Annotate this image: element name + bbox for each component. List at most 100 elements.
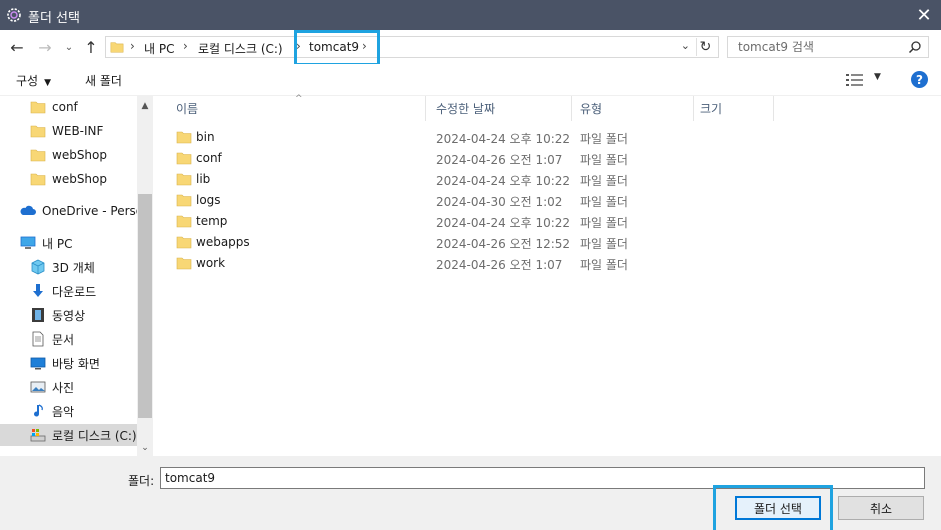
- pc-icon: [20, 236, 36, 249]
- navigation-bar: ← → ⌄ ↑ › 내 PC › 로컬 디스크 (C:) › tomcat9 ›…: [0, 30, 941, 64]
- sidebar-item-videos[interactable]: 동영상: [30, 304, 137, 326]
- folder-icon: [176, 152, 192, 165]
- sidebar-item-documents[interactable]: 문서: [30, 328, 137, 350]
- highlight-annotation: [713, 485, 833, 530]
- file-type: 파일 폴더: [580, 174, 628, 188]
- column-header-date-modified[interactable]: 수정한 날짜: [426, 96, 572, 121]
- file-date: 2024-04-26 오전 1:07: [436, 153, 563, 167]
- view-options-button[interactable]: ▼: [846, 72, 886, 88]
- folder-icon: [30, 149, 46, 162]
- search-icon[interactable]: [908, 40, 922, 54]
- address-dropdown-icon[interactable]: ⌄: [681, 39, 690, 52]
- breadcrumb-this-pc[interactable]: 내 PC: [144, 40, 174, 57]
- search-input[interactable]: [728, 37, 906, 57]
- back-button[interactable]: ←: [6, 37, 28, 57]
- table-row[interactable]: bin 2024-04-24 오후 10:22 파일 폴더: [176, 127, 776, 148]
- drive-icon: [30, 429, 46, 442]
- folder-icon: [176, 131, 192, 144]
- help-button[interactable]: ?: [911, 71, 928, 88]
- cancel-button[interactable]: 취소: [838, 496, 924, 520]
- folder-field-label: 폴더:: [128, 474, 155, 488]
- sidebar-item-label: webShop: [52, 148, 107, 162]
- sidebar-item-label: 문서: [52, 332, 75, 347]
- sidebar-item-label: 사진: [52, 380, 75, 395]
- sidebar-scrollbar[interactable]: ▲ ⌄: [137, 96, 153, 456]
- up-button[interactable]: ↑: [80, 37, 102, 57]
- table-row[interactable]: lib 2024-04-24 오후 10:22 파일 폴더: [176, 169, 776, 190]
- sidebar-item-label: 로컬 디스크 (C:): [52, 428, 137, 443]
- address-bar[interactable]: › 내 PC › 로컬 디스크 (C:) › tomcat9 › ⌄ ↻: [105, 36, 719, 58]
- picture-icon: [30, 381, 46, 393]
- download-icon: [33, 284, 43, 297]
- sidebar-item-onedrive[interactable]: OneDrive - Person: [20, 200, 137, 222]
- column-header-name[interactable]: 이름: [156, 96, 426, 121]
- sidebar-item-label: 내 PC: [42, 236, 73, 251]
- file-name: logs: [196, 193, 221, 207]
- file-type: 파일 폴더: [580, 237, 628, 251]
- table-row[interactable]: conf 2024-04-26 오전 1:07 파일 폴더: [176, 148, 776, 169]
- settings-gear-icon: [7, 8, 21, 22]
- folder-icon: [176, 215, 192, 228]
- sidebar-item-web-inf[interactable]: WEB-INF: [30, 120, 137, 142]
- window-title: 폴더 선택: [28, 11, 80, 26]
- organize-menu-button[interactable]: 구성 ▼: [16, 72, 51, 89]
- file-name: webapps: [196, 235, 250, 249]
- sidebar-item-local-disk[interactable]: 로컬 디스크 (C:): [0, 424, 137, 446]
- cube-icon: [31, 259, 45, 275]
- sidebar-item-label: 바탕 화면: [52, 356, 100, 371]
- search-box[interactable]: [727, 36, 929, 58]
- title-bar: 폴더 선택 ✕: [0, 0, 941, 30]
- details-view-icon: [846, 74, 863, 86]
- file-name: bin: [196, 130, 215, 144]
- onedrive-icon: [20, 205, 36, 215]
- arrow-left-icon: ←: [10, 37, 24, 57]
- file-list: 이름 ^ 수정한 날짜 유형 크기 bin 2024-04-24 오후 10:2…: [156, 94, 941, 456]
- sidebar-item-label: conf: [52, 100, 78, 114]
- file-type: 파일 폴더: [580, 216, 628, 230]
- scrollbar-thumb[interactable]: [138, 194, 152, 418]
- close-button[interactable]: ✕: [907, 0, 941, 30]
- sidebar-item-pictures[interactable]: 사진: [30, 376, 137, 398]
- arrow-right-icon: →: [38, 37, 52, 57]
- column-header-type[interactable]: 유형: [572, 96, 694, 121]
- column-header-label: 수정한 날짜: [436, 102, 496, 116]
- sidebar-item-downloads[interactable]: 다운로드: [30, 280, 137, 302]
- breadcrumb-separator[interactable]: ›: [130, 39, 135, 53]
- sidebar-item-label: webShop: [52, 172, 107, 186]
- document-icon: [32, 331, 44, 347]
- breadcrumb-local-disk[interactable]: 로컬 디스크 (C:): [198, 40, 283, 57]
- column-header-size[interactable]: 크기: [694, 96, 774, 121]
- close-icon: ✕: [916, 4, 932, 26]
- folder-icon: [30, 125, 46, 138]
- sidebar-item-music[interactable]: 음악: [30, 400, 137, 422]
- breadcrumb-separator[interactable]: ›: [183, 39, 188, 53]
- file-date: 2024-04-30 오전 1:02: [436, 195, 563, 209]
- sidebar-item-label: 음악: [52, 404, 75, 419]
- folder-icon: [176, 194, 192, 207]
- sidebar-item-this-pc[interactable]: 내 PC: [20, 232, 137, 254]
- folder-icon: [176, 236, 192, 249]
- scroll-up-icon[interactable]: ▲: [137, 98, 153, 114]
- folder-icon: [176, 257, 192, 270]
- file-type: 파일 폴더: [580, 153, 628, 167]
- sidebar-item-conf[interactable]: conf: [30, 96, 137, 118]
- forward-button[interactable]: →: [34, 37, 56, 57]
- table-row[interactable]: logs 2024-04-30 오전 1:02 파일 폴더: [176, 190, 776, 211]
- sidebar-item-webshop[interactable]: webShop: [30, 144, 137, 166]
- scroll-down-icon[interactable]: ⌄: [137, 440, 153, 456]
- new-folder-button[interactable]: 새 폴더: [85, 72, 122, 89]
- table-row[interactable]: temp 2024-04-24 오후 10:22 파일 폴더: [176, 211, 776, 232]
- table-row[interactable]: work 2024-04-26 오전 1:07 파일 폴더: [176, 253, 776, 274]
- sidebar-item-label: WEB-INF: [52, 124, 104, 138]
- column-header-label: 유형: [580, 102, 603, 116]
- sidebar-item-webshop[interactable]: webShop: [30, 168, 137, 190]
- sidebar-item-desktop[interactable]: 바탕 화면: [30, 352, 137, 374]
- sidebar-item-label: 다운로드: [52, 284, 97, 299]
- column-header-label: 이름: [176, 102, 199, 116]
- refresh-button[interactable]: ↻: [696, 38, 714, 56]
- sidebar-item-3d-objects[interactable]: 3D 개체: [30, 256, 137, 278]
- table-row[interactable]: webapps 2024-04-26 오전 12:52 파일 폴더: [176, 232, 776, 253]
- desktop-icon: [30, 357, 46, 370]
- recent-locations-button[interactable]: ⌄: [62, 37, 76, 57]
- command-bar: 구성 ▼ 새 폴더 ▼ ?: [0, 64, 941, 96]
